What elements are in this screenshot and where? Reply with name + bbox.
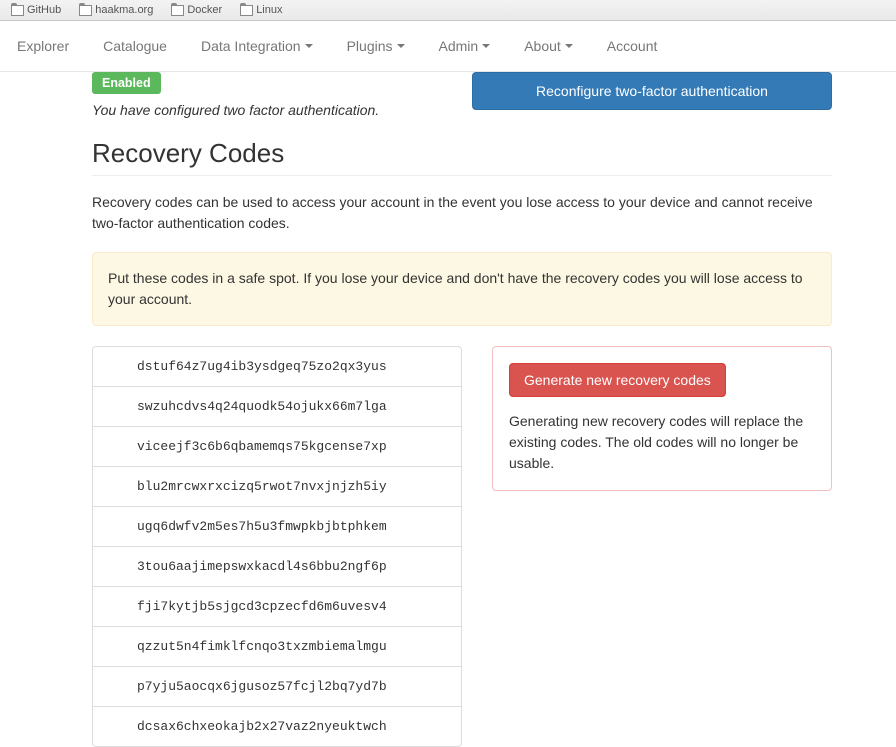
folder-icon [171, 5, 184, 16]
nav-admin[interactable]: Admin [422, 23, 508, 69]
nav-label: Account [607, 38, 658, 54]
warning-text: Put these codes in a safe spot. If you l… [108, 270, 803, 307]
page-title: Recovery Codes [92, 138, 832, 169]
recovery-code: dstuf64z7ug4ib3ysdgeq75zo2qx3yus [93, 347, 461, 387]
nav-label: Admin [439, 38, 479, 54]
recovery-code: p7yju5aocqx6jgusoz57fcjl2bq7yd7b [93, 667, 461, 707]
recovery-code: qzzut5n4fimklfcnqo3txzmbiemalmgu [93, 627, 461, 667]
recovery-code: viceejf3c6b6qbamemqs75kgcense7xp [93, 427, 461, 467]
nav-plugins[interactable]: Plugins [330, 23, 422, 69]
main-content: Enabled You have configured two factor a… [77, 72, 847, 747]
recovery-code: blu2mrcwxrxcizq5rwot7nvxjnjzh5iy [93, 467, 461, 507]
generate-description: Generating new recovery codes will repla… [509, 411, 815, 474]
folder-icon [79, 5, 92, 16]
recovery-code: dcsax6chxeokajb2x27vaz2nyeuktwch [93, 707, 461, 746]
status-description: You have configured two factor authentic… [92, 102, 379, 118]
generate-column: Generate new recovery codes Generating n… [492, 346, 832, 491]
recovery-code: ugq6dwfv2m5es7h5u3fmwpkbjbtphkem [93, 507, 461, 547]
intro-text: Recovery codes can be used to access you… [92, 192, 832, 234]
page-header: Recovery Codes [92, 138, 832, 176]
browser-bookmarks-toolbar: GitHub haakma.org Docker Linux [0, 0, 896, 21]
nav-about[interactable]: About [507, 23, 590, 69]
bookmark-docker[interactable]: Docker [164, 2, 229, 18]
folder-icon [11, 5, 24, 16]
recovery-codes-panel: dstuf64z7ug4ib3ysdgeq75zo2qx3yus swzuhcd… [92, 346, 462, 747]
bookmark-github[interactable]: GitHub [4, 2, 68, 18]
bookmark-label: Linux [256, 4, 282, 16]
warning-note: Put these codes in a safe spot. If you l… [92, 252, 832, 326]
recovery-code: swzuhcdvs4q24quodk54ojukx66m7lga [93, 387, 461, 427]
chevron-down-icon [482, 44, 490, 48]
nav-data-integration[interactable]: Data Integration [184, 23, 330, 69]
chevron-down-icon [305, 44, 313, 48]
recovery-code: fji7kytjb5sjgcd3cpzecfd6m6uvesv4 [93, 587, 461, 627]
codes-column: dstuf64z7ug4ib3ysdgeq75zo2qx3yus swzuhcd… [92, 346, 462, 747]
bookmark-label: haakma.org [95, 4, 153, 16]
nav-label: About [524, 38, 561, 54]
chevron-down-icon [397, 44, 405, 48]
nav-label: Plugins [347, 38, 393, 54]
recovery-code: 3tou6aajimepswxkacdl4s6bbu2ngf6p [93, 547, 461, 587]
enabled-badge: Enabled [92, 72, 161, 94]
chevron-down-icon [565, 44, 573, 48]
codes-row: dstuf64z7ug4ib3ysdgeq75zo2qx3yus swzuhcd… [92, 346, 832, 747]
bookmark-label: GitHub [27, 4, 61, 16]
nav-label: Catalogue [103, 38, 167, 54]
status-section: Enabled You have configured two factor a… [92, 72, 832, 118]
status-left: Enabled You have configured two factor a… [92, 72, 379, 118]
generate-panel: Generate new recovery codes Generating n… [492, 346, 832, 491]
nav-label: Explorer [17, 38, 69, 54]
nav-catalogue[interactable]: Catalogue [86, 23, 184, 69]
bookmark-haakma[interactable]: haakma.org [72, 2, 160, 18]
folder-icon [240, 5, 253, 16]
generate-codes-button[interactable]: Generate new recovery codes [509, 363, 726, 397]
bookmark-linux[interactable]: Linux [233, 2, 289, 18]
nav-account[interactable]: Account [590, 23, 675, 69]
nav-explorer[interactable]: Explorer [0, 23, 86, 69]
reconfigure-button[interactable]: Reconfigure two-factor authentication [472, 72, 832, 110]
main-navbar: Explorer Catalogue Data Integration Plug… [0, 21, 896, 72]
nav-label: Data Integration [201, 38, 301, 54]
bookmark-label: Docker [187, 4, 222, 16]
